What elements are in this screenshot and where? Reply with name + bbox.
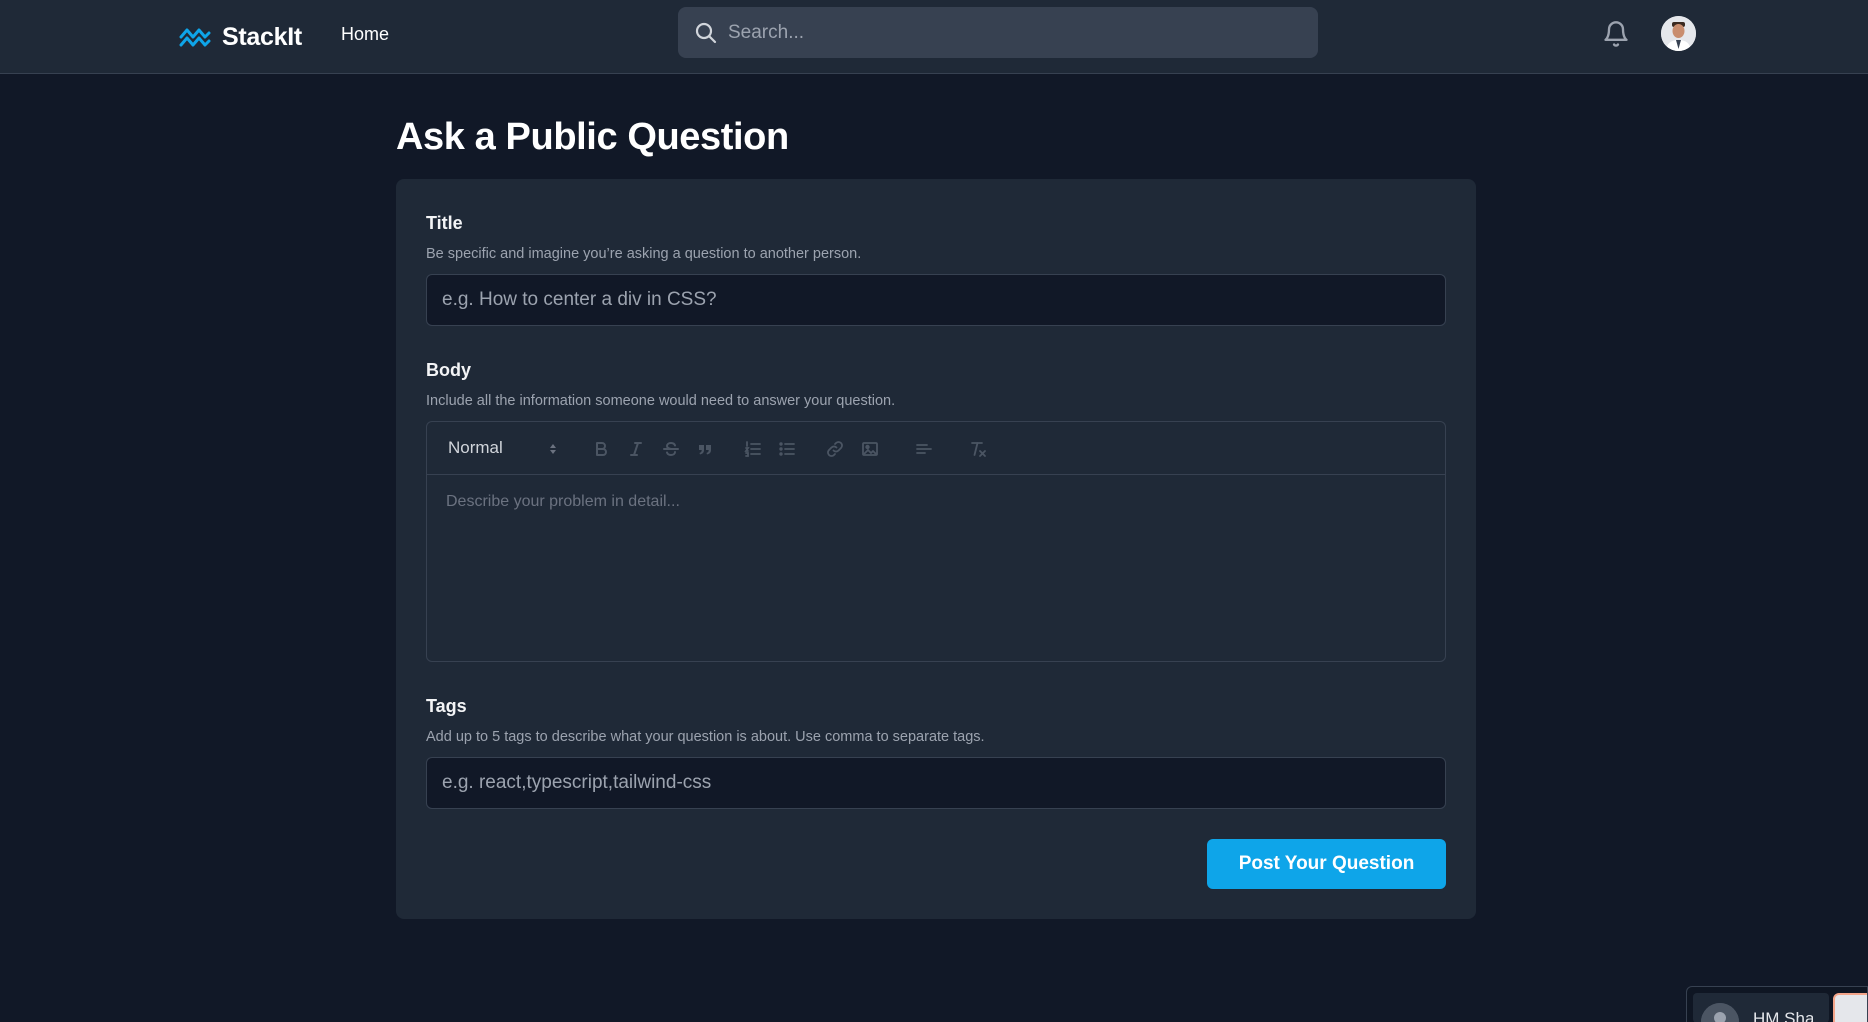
bold-icon[interactable]	[589, 437, 613, 461]
editor-toolbar: Normal	[427, 422, 1445, 475]
select-arrows-icon	[548, 439, 558, 459]
nav-home-link[interactable]: Home	[341, 24, 389, 45]
body-hint: Include all the information someone woul…	[426, 393, 896, 409]
editor-placeholder: Describe your problem in detail...	[446, 493, 680, 510]
editor-content[interactable]: Describe your problem in detail...	[427, 476, 1445, 661]
format-select-value: Normal	[448, 438, 503, 457]
search-icon	[694, 21, 718, 45]
bullet-list-icon[interactable]	[775, 437, 799, 461]
ordered-list-icon[interactable]	[741, 437, 765, 461]
italic-icon[interactable]	[624, 437, 648, 461]
search-bar	[678, 7, 1318, 58]
chat-thumbnail[interactable]	[1833, 993, 1867, 1022]
tags-hint: Add up to 5 tags to describe what your q…	[426, 729, 985, 745]
chat-widget[interactable]: HM Sha	[1686, 986, 1868, 1022]
image-icon[interactable]	[858, 437, 882, 461]
format-select[interactable]: Normal	[448, 438, 558, 460]
chat-contact-name: HM Sha	[1753, 1009, 1813, 1022]
strikethrough-icon[interactable]	[659, 437, 683, 461]
body-label: Body	[426, 360, 471, 380]
double-wave-icon	[178, 20, 212, 54]
user-avatar[interactable]	[1661, 16, 1696, 51]
tags-label: Tags	[426, 696, 467, 716]
tags-input[interactable]	[426, 757, 1446, 809]
chat-contact[interactable]: HM Sha	[1693, 993, 1829, 1022]
brand[interactable]: StackIt	[178, 20, 302, 54]
page-title: Ask a Public Question	[396, 116, 789, 158]
post-question-button[interactable]: Post Your Question	[1207, 839, 1446, 889]
search-input[interactable]	[728, 7, 1308, 58]
title-label: Title	[426, 213, 463, 233]
title-input[interactable]	[426, 274, 1446, 326]
user-silhouette-icon	[1701, 1003, 1739, 1022]
top-navbar: StackIt Home	[0, 0, 1868, 74]
question-form: Title Be specific and imagine you’re ask…	[396, 179, 1476, 919]
link-icon[interactable]	[823, 437, 847, 461]
clear-format-icon[interactable]	[966, 437, 990, 461]
title-hint: Be specific and imagine you’re asking a …	[426, 246, 862, 262]
blockquote-icon[interactable]	[693, 437, 717, 461]
rich-text-editor: Normal Describe your problem in detail..…	[426, 421, 1446, 662]
brand-name: StackIt	[222, 22, 302, 51]
align-icon[interactable]	[912, 437, 936, 461]
bell-icon[interactable]	[1602, 20, 1630, 48]
